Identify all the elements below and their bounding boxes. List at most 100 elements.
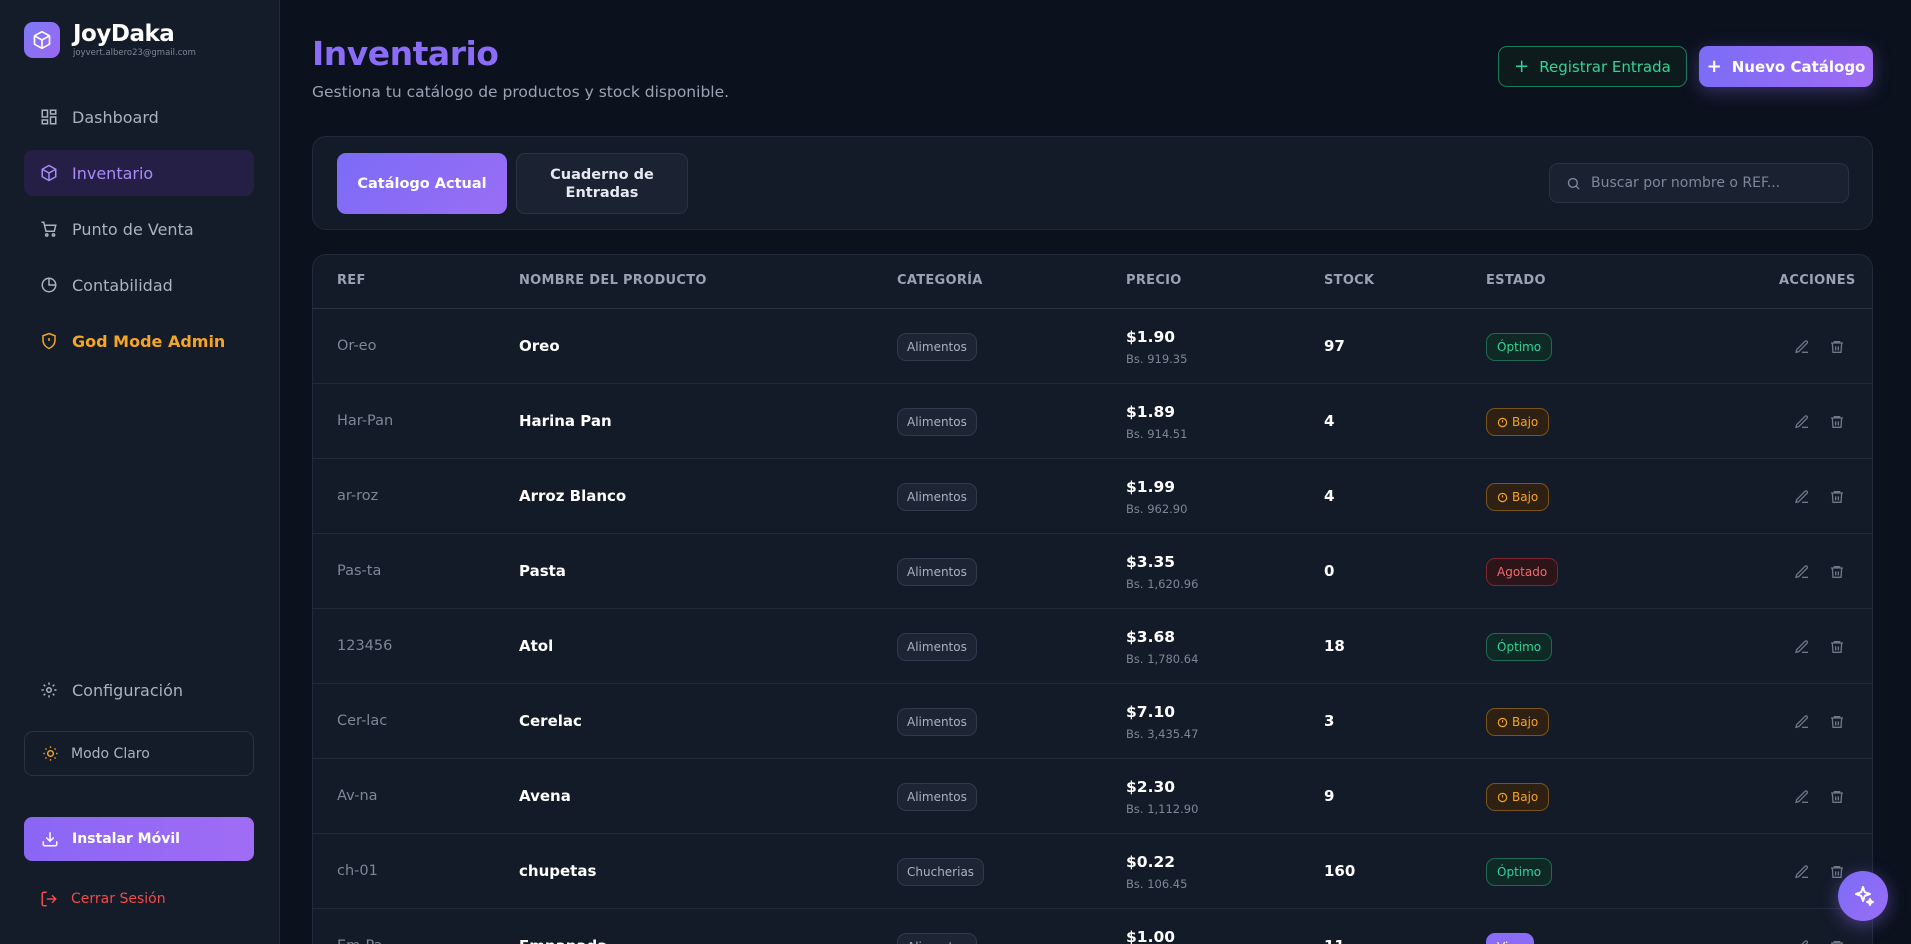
column-header-status[interactable]: ESTADO [1486, 273, 1546, 288]
column-header-ref[interactable]: REF [337, 273, 366, 288]
edit-icon[interactable] [1794, 639, 1810, 659]
cell-price-bs: Bs. 1,780.64 [1126, 652, 1199, 666]
sidebar-item-label: Configuración [72, 680, 184, 700]
column-header-name[interactable]: NOMBRE DEL PRODUCTO [519, 273, 707, 288]
sidebar-item-punto-de-venta[interactable]: Punto de Venta [24, 206, 254, 252]
logout-button[interactable]: Cerrar Sesión [24, 884, 254, 914]
cell-stock: 160 [1324, 862, 1356, 880]
trash-icon[interactable] [1829, 339, 1845, 359]
status-label: Bajo [1512, 715, 1539, 729]
brand[interactable]: JoyDaka joyvert.albero23@gmail.com [24, 22, 196, 58]
trash-icon[interactable] [1829, 789, 1845, 809]
sidebar-item-label: Contabilidad [72, 275, 173, 295]
edit-icon[interactable] [1794, 864, 1810, 884]
cell-stock: 11 [1324, 937, 1345, 944]
edit-icon[interactable] [1794, 339, 1810, 359]
cell-price-bs: Bs. 1,112.90 [1126, 802, 1199, 816]
cell-ref: 123456 [337, 638, 393, 654]
plus-icon: + [1514, 55, 1530, 77]
cell-product-name: Atol [519, 637, 554, 655]
trash-icon[interactable] [1829, 564, 1845, 584]
table-row[interactable]: Av-na Avena Alimentos $2.30 Bs. 1,112.90 9 Baj… [313, 759, 1872, 834]
status-label: Bajo [1512, 415, 1539, 429]
cell-product-name: Arroz Blanco [519, 487, 627, 505]
status-label: Bajo [1512, 790, 1539, 804]
cell-ref: Em-Pa [337, 938, 383, 944]
cell-ref: Pas-ta [337, 563, 382, 579]
sidebar: JoyDaka joyvert.albero23@gmail.com Dashb… [0, 0, 280, 944]
table-row[interactable]: Pas-ta Pasta Alimentos $3.35 Bs. 1,620.96 0 Ag… [313, 534, 1872, 609]
table-row[interactable]: ar-roz Arroz Blanco Alimentos $1.99 Bs. 962.… [313, 459, 1872, 534]
edit-icon[interactable] [1794, 564, 1810, 584]
status-label: Óptimo [1497, 340, 1542, 354]
ai-assistant-button[interactable] [1838, 871, 1888, 921]
cell-ref: Har-Pan [337, 413, 394, 429]
column-header-stock[interactable]: STOCK [1324, 273, 1374, 288]
products-table: REF NOMBRE DEL PRODUCTO CATEGORÍA PRECIO… [312, 254, 1873, 944]
alert-circle-icon [1497, 492, 1508, 503]
cell-price-usd: $1.00 [1126, 928, 1176, 944]
cell-product-name: Avena [519, 787, 571, 805]
status-label: Óptimo [1497, 865, 1542, 879]
column-header-actions: ACCIONES [1779, 273, 1856, 288]
cell-price-usd: $7.10 [1126, 703, 1176, 721]
status-badge: Bajo [1486, 708, 1550, 736]
new-catalog-label: Nuevo Catálogo [1731, 57, 1866, 76]
sidebar-nav: Dashboard Inventario Punto de Venta Cont… [24, 94, 254, 374]
theme-toggle-label: Modo Claro [71, 745, 150, 762]
cell-product-name: Cerelac [519, 712, 582, 730]
cell-ref: ch-01 [337, 863, 378, 879]
status-badge: Óptimo [1486, 858, 1553, 886]
install-mobile-button[interactable]: Instalar Móvil [24, 817, 254, 861]
table-row[interactable]: ch-01 chupetas Chucherias $0.22 Bs. 106.45 16… [313, 834, 1872, 909]
install-mobile-label: Instalar Móvil [72, 831, 180, 847]
trash-icon[interactable] [1829, 639, 1845, 659]
cell-price-bs: Bs. 1,620.96 [1126, 577, 1199, 591]
table-row[interactable]: Cer-lac Cerelac Alimentos $7.10 Bs. 3,435.47… [313, 684, 1872, 759]
category-badge: Alimentos [897, 633, 977, 661]
sidebar-item-god-mode-admin[interactable]: God Mode Admin [24, 318, 254, 364]
new-catalog-button[interactable]: + Nuevo Catálogo [1699, 46, 1873, 87]
status-label: Óptimo [1497, 640, 1542, 654]
sidebar-item-contabilidad[interactable]: Contabilidad [24, 262, 254, 308]
sidebar-item-dashboard[interactable]: Dashboard [24, 94, 254, 140]
trash-icon[interactable] [1829, 414, 1845, 434]
status-badge: Agotado [1486, 558, 1559, 586]
theme-toggle-button[interactable]: Modo Claro [24, 731, 254, 776]
table-row[interactable]: Em-Pa Empanada Alimentos $1.00 11 Vivo [313, 909, 1872, 944]
cell-ref: Or-eo [337, 338, 377, 354]
edit-icon[interactable] [1794, 789, 1810, 809]
column-header-category[interactable]: CATEGORÍA [897, 273, 983, 288]
trash-icon[interactable] [1829, 489, 1845, 509]
cell-price-bs: Bs. 914.51 [1126, 427, 1188, 441]
cell-price-bs: Bs. 962.90 [1126, 502, 1188, 516]
edit-icon[interactable] [1794, 414, 1810, 434]
status-badge: Óptimo [1486, 333, 1553, 361]
category-badge: Alimentos [897, 333, 977, 361]
status-badge: Vivo [1486, 933, 1534, 944]
cell-stock: 97 [1324, 337, 1345, 355]
register-entry-label: Registrar Entrada [1539, 57, 1671, 76]
table-row[interactable]: 123456 Atol Alimentos $3.68 Bs. 1,780.64 18 Óp… [313, 609, 1872, 684]
edit-icon[interactable] [1794, 714, 1810, 734]
alert-circle-icon [1497, 792, 1508, 803]
sidebar-item-configuracion[interactable]: Configuración [24, 667, 254, 713]
download-icon [42, 832, 58, 847]
alert-circle-icon [1497, 717, 1508, 728]
tab-catalogo-actual[interactable]: Catálogo Actual [337, 153, 507, 214]
cell-price-usd: $1.99 [1126, 478, 1176, 496]
status-label: Agotado [1497, 565, 1548, 579]
table-row[interactable]: Har-Pan Harina Pan Alimentos $1.89 Bs. 914.5… [313, 384, 1872, 459]
trash-icon[interactable] [1829, 714, 1845, 734]
sidebar-item-inventario[interactable]: Inventario [24, 150, 254, 196]
register-entry-button[interactable]: + Registrar Entrada [1498, 46, 1687, 87]
tab-label: Catálogo Actual [357, 175, 487, 192]
trash-icon[interactable] [1829, 939, 1845, 944]
edit-icon[interactable] [1794, 939, 1810, 944]
cell-price-usd: $2.30 [1126, 778, 1176, 796]
column-header-price[interactable]: PRECIO [1126, 273, 1182, 288]
edit-icon[interactable] [1794, 489, 1810, 509]
table-row[interactable]: Or-eo Oreo Alimentos $1.90 Bs. 919.35 97 Óptim… [313, 309, 1872, 384]
search-input[interactable] [1591, 175, 1831, 191]
tab-cuaderno-entradas[interactable]: Cuaderno de Entradas [516, 153, 688, 214]
